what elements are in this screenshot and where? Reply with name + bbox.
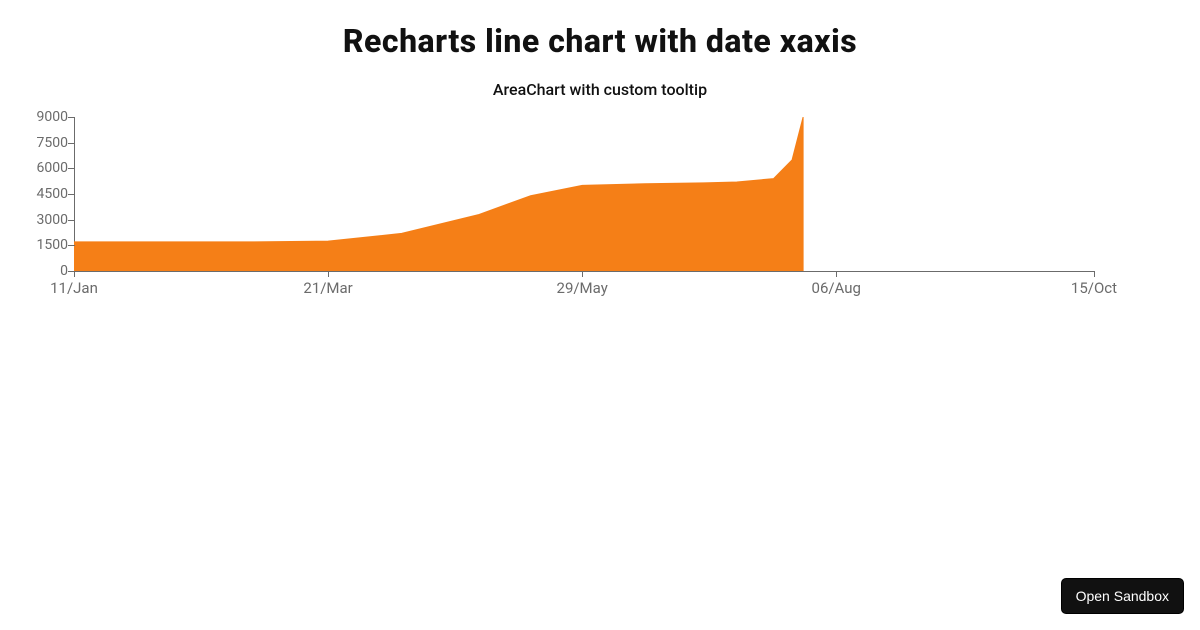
x-tick-label: 15/Oct [1071,279,1117,297]
x-tick-label: 11/Jan [50,279,98,297]
y-tick-label: 7500 [20,135,68,151]
x-tick-mark [74,271,75,277]
y-tick-label: 0 [20,263,68,279]
area-chart: 0150030004500600075009000 11/Jan21/Mar29… [20,113,1100,293]
x-tick-mark [836,271,837,277]
x-tick-label: 21/Mar [303,279,352,297]
page-title: Recharts line chart with date xaxis [0,0,1200,60]
open-sandbox-button[interactable]: Open Sandbox [1061,578,1184,614]
y-tick-label: 3000 [20,212,68,228]
x-tick-mark [328,271,329,277]
y-tick-label: 4500 [20,186,68,202]
x-axis-line [74,271,1094,272]
y-tick-label: 9000 [20,109,68,125]
chart-subtitle: AreaChart with custom tooltip [0,80,1200,99]
y-tick-label: 1500 [20,237,68,253]
x-tick-label: 06/Aug [812,279,861,297]
y-tick-mark [68,143,75,144]
y-tick-label: 6000 [20,160,68,176]
x-tick-mark [582,271,583,277]
y-tick-mark [68,117,75,118]
y-tick-mark [68,194,75,195]
x-tick-label: 29/May [557,279,608,297]
y-tick-mark [68,220,75,221]
x-tick-mark [1094,271,1095,277]
y-tick-mark [68,168,75,169]
area-path [74,117,1094,271]
y-tick-mark [68,245,75,246]
